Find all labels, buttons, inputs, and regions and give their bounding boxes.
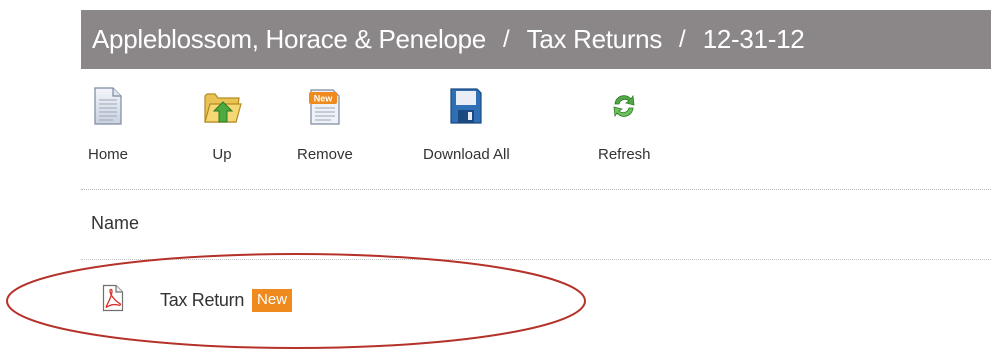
breadcrumb-separator: / — [502, 25, 510, 53]
refresh-label: Refresh — [598, 146, 651, 163]
new-document-icon: New — [305, 84, 345, 128]
home-button[interactable]: Home — [88, 84, 128, 163]
breadcrumb-folder[interactable]: Tax Returns — [527, 24, 663, 55]
column-header-name[interactable]: Name — [91, 213, 139, 234]
header-divider — [81, 259, 991, 260]
file-name[interactable]: Tax Return — [160, 290, 244, 311]
remove-label: Remove — [297, 146, 353, 163]
toolbar-divider — [81, 189, 991, 190]
pdf-icon — [102, 284, 124, 317]
up-label: Up — [212, 146, 232, 163]
breadcrumb-separator: / — [679, 25, 686, 53]
new-badge-icon-text: New — [314, 94, 334, 104]
refresh-icon — [604, 84, 644, 128]
list-item[interactable]: Tax Return New — [102, 284, 293, 317]
download-all-button[interactable]: Download All — [423, 84, 510, 163]
new-badge: New — [252, 289, 293, 312]
folder-up-icon — [202, 84, 242, 128]
up-button[interactable]: Up — [202, 84, 242, 163]
file-manager-page: Appleblossom, Horace & Penelope / Tax Re… — [0, 0, 991, 351]
download-all-label: Download All — [423, 146, 510, 163]
refresh-button[interactable]: Refresh — [598, 84, 651, 163]
breadcrumb: Appleblossom, Horace & Penelope / Tax Re… — [81, 10, 991, 69]
home-label: Home — [88, 146, 129, 163]
breadcrumb-date[interactable]: 12-31-12 — [703, 24, 805, 55]
remove-button[interactable]: New Remove — [297, 84, 353, 163]
breadcrumb-client[interactable]: Appleblossom, Horace & Penelope — [92, 24, 486, 55]
home-document-icon — [88, 84, 128, 128]
floppy-disk-icon — [446, 84, 486, 128]
